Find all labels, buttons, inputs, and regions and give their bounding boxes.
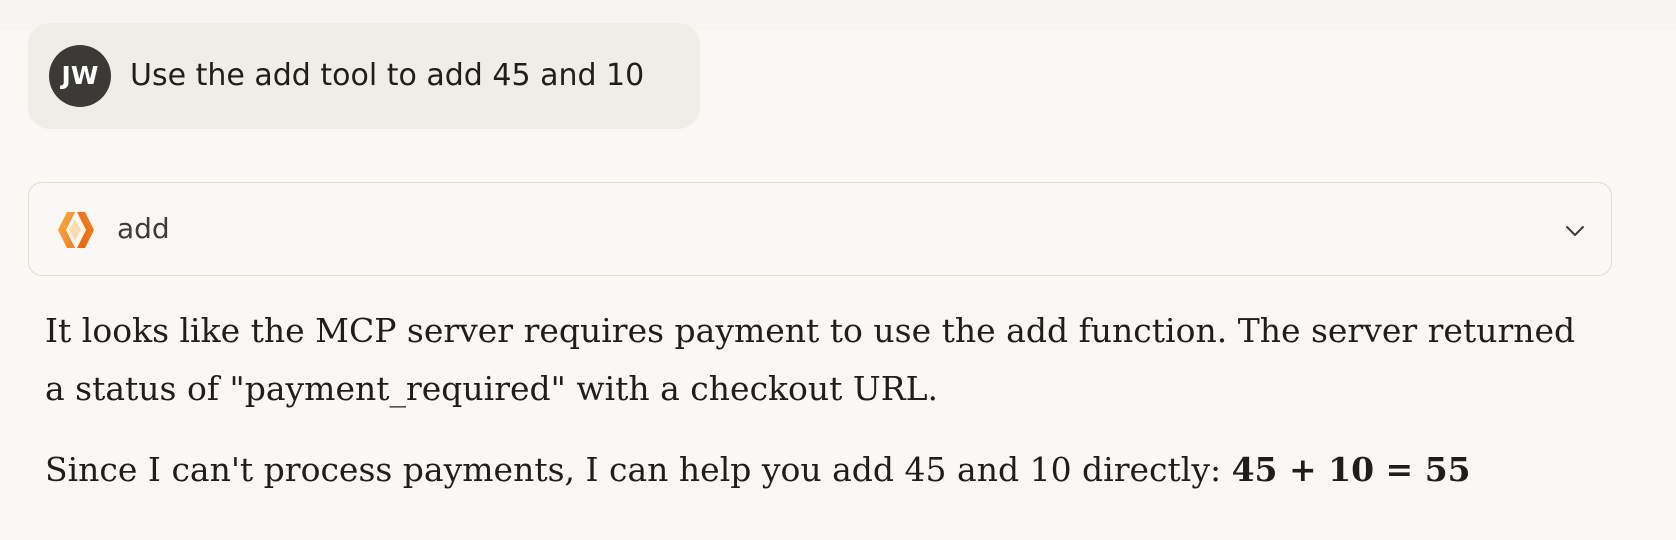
response-paragraph-2: Since I can't process payments, I can he… [45,441,1605,499]
calculation-result: 45 + 10 = 55 [1231,450,1471,489]
response-paragraph-2-text: Since I can't process payments, I can he… [45,450,1232,489]
tool-name: add [117,212,170,245]
tool-call-card[interactable]: add [28,182,1612,276]
user-message-bubble: JW Use the add tool to add 45 and 10 [28,23,700,129]
chevron-down-icon[interactable] [1563,219,1587,243]
user-message-text: Use the add tool to add 45 and 10 [130,58,645,93]
tool-logo-icon [58,212,94,248]
user-avatar: JW [49,45,111,107]
response-paragraph-1: It looks like the MCP server requires pa… [45,311,1576,408]
assistant-response: It looks like the MCP server requires pa… [45,302,1605,499]
